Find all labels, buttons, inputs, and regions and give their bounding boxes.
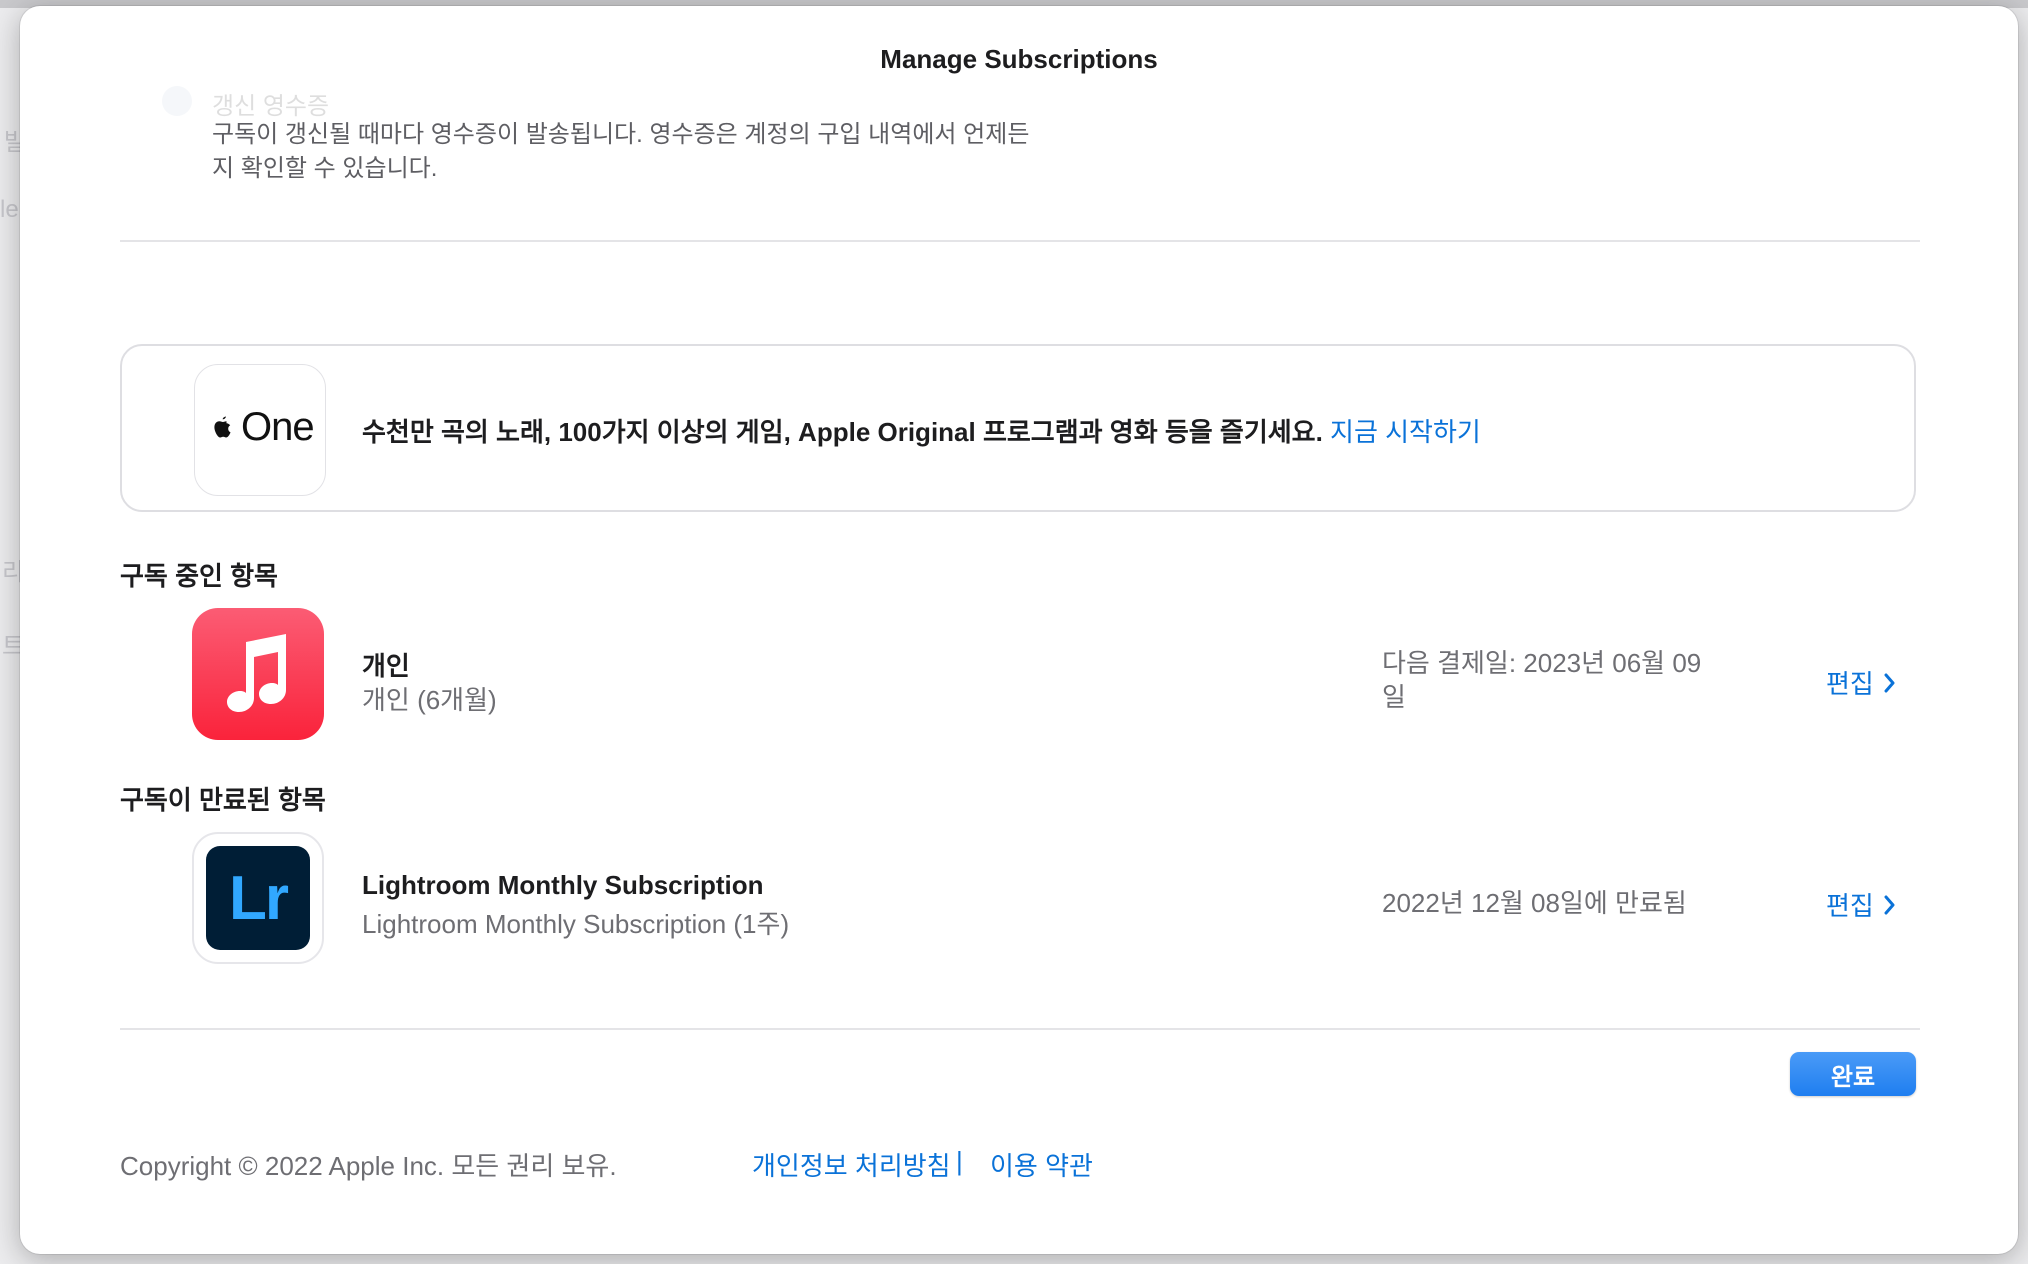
- background-text: le: [0, 196, 19, 223]
- done-button[interactable]: 완료: [1790, 1052, 1916, 1096]
- expired-subscription-name: Lightroom Monthly Subscription: [362, 870, 764, 900]
- apple-one-logo-text: One: [241, 405, 315, 449]
- renewal-receipt-title: 갱신 영수증: [212, 93, 330, 120]
- manage-subscriptions-sheet: Manage Subscriptions 갱신 영수증 구독이 갱신될 때마다 …: [20, 6, 2018, 1254]
- apple-one-logo: One: [194, 364, 326, 496]
- expired-subscriptions-heading: 구독이 만료된 항목: [120, 785, 326, 815]
- next-billing-date: 다음 결제일: 2023년 06월 09일: [1382, 648, 1702, 712]
- privacy-policy-link[interactable]: 개인정보 처리방침: [752, 1146, 951, 1183]
- edit-label: 편집: [1826, 891, 1874, 921]
- receipt-icon: [162, 86, 192, 116]
- divider: [120, 240, 1920, 242]
- music-note-icon: [227, 634, 286, 712]
- expired-subscription-plan: Lightroom Monthly Subscription (1주): [362, 909, 790, 939]
- copyright-text: Copyright © 2022 Apple Inc. 모든 권리 보유.: [120, 1151, 617, 1181]
- apple-music-app-icon: [192, 608, 324, 740]
- chevron-right-icon: [1884, 673, 1895, 692]
- apple-one-promo-card: One 수천만 곡의 노래, 100가지 이상의 게임, Apple Origi…: [120, 344, 1916, 512]
- get-started-link[interactable]: 지금 시작하기: [1330, 417, 1481, 447]
- active-subscriptions-heading: 구독 중인 항목: [120, 561, 278, 591]
- edit-expired-subscription-link[interactable]: 편집: [1826, 886, 1896, 923]
- lightroom-app-icon: Lr: [192, 832, 324, 964]
- lightroom-icon: Lr: [206, 846, 310, 950]
- edit-active-subscription-link[interactable]: 편집: [1826, 664, 1896, 701]
- promo-message: 수천만 곡의 노래, 100가지 이상의 게임, Apple Original …: [362, 417, 1323, 447]
- chevron-right-icon: [1884, 895, 1895, 914]
- terms-of-use-link[interactable]: 이용 약관: [990, 1146, 1093, 1183]
- divider: [120, 1028, 1920, 1030]
- apple-one-promo-text: 수천만 곡의 노래, 100가지 이상의 게임, Apple Original …: [362, 412, 1481, 449]
- lightroom-icon-text: Lr: [229, 863, 289, 933]
- expiration-date: 2022년 12월 08일에 만료됨: [1382, 888, 1687, 918]
- sheet-title: Manage Subscriptions: [880, 44, 1158, 74]
- edit-label: 편집: [1826, 669, 1874, 699]
- active-subscription-plan: 개인 (6개월): [362, 685, 497, 715]
- footer-separator: |: [956, 1146, 963, 1176]
- renewal-receipt-description: 구독이 갱신될 때마다 영수증이 발송됩니다. 영수증은 계정의 구입 내역에서…: [212, 121, 1030, 182]
- active-subscription-name: 개인: [362, 651, 410, 681]
